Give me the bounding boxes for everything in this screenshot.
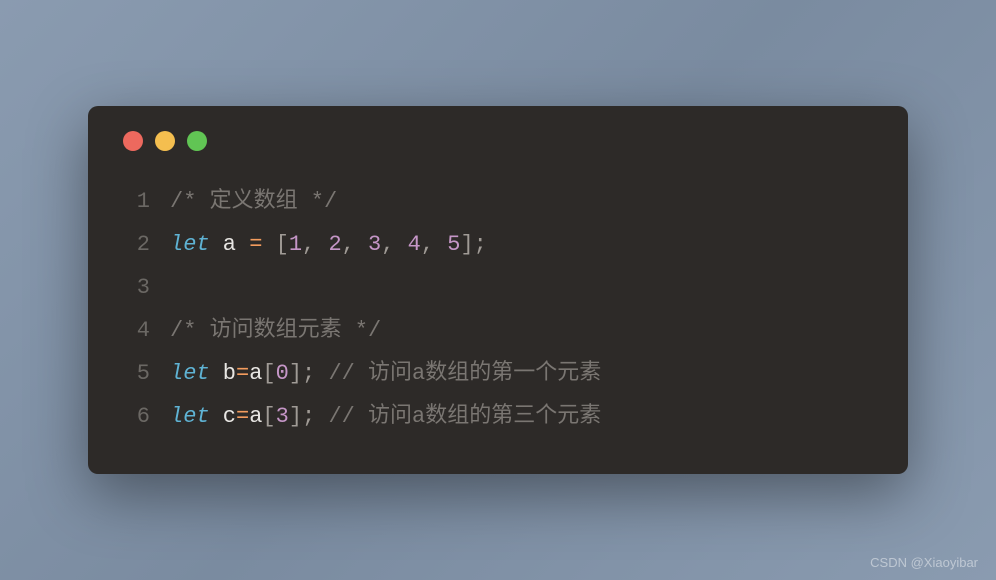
close-icon[interactable] <box>123 131 143 151</box>
code-area: 1/* 定义数组 */2let a = [1, 2, 3, 4, 5];3 4/… <box>118 181 878 438</box>
code-token: /* 定义数组 */ <box>170 189 337 214</box>
code-token: a <box>249 361 262 386</box>
line-number: 6 <box>118 396 150 439</box>
watermark: CSDN @Xiaoyibar <box>870 555 978 570</box>
code-line: 5 let b=a[0]; // 访问a数组的第一个元素 <box>118 353 878 396</box>
code-line: 4 /* 访问数组元素 */ <box>118 310 878 353</box>
minimize-icon[interactable] <box>155 131 175 151</box>
code-token: ]; <box>460 232 486 257</box>
code-line: 1 /* 定义数组 */ <box>118 181 878 224</box>
line-number: 5 <box>118 353 150 396</box>
code-token: , <box>302 232 328 257</box>
code-token: = <box>236 404 249 429</box>
code-line: 2let a = [1, 2, 3, 4, 5]; <box>118 224 878 267</box>
line-number: 3 <box>118 267 150 310</box>
code-token: = <box>249 232 262 257</box>
code-token: ]; <box>289 361 329 386</box>
code-token <box>262 232 275 257</box>
line-number: 1 <box>118 181 150 224</box>
code-token: [ <box>276 232 289 257</box>
line-number: 2 <box>118 224 150 267</box>
line-content <box>170 267 183 310</box>
line-content: /* 定义数组 */ <box>170 181 337 224</box>
code-token: 5 <box>447 232 460 257</box>
line-content: let c=a[3]; // 访问a数组的第三个元素 <box>170 396 601 439</box>
code-token: [ <box>262 361 275 386</box>
line-content: /* 访问数组元素 */ <box>170 310 381 353</box>
code-token: a <box>210 232 250 257</box>
maximize-icon[interactable] <box>187 131 207 151</box>
code-token: , <box>381 232 407 257</box>
code-token: [ <box>262 404 275 429</box>
code-token: // 访问a数组的第一个元素 <box>328 361 601 386</box>
code-line: 3 <box>118 267 878 310</box>
code-token: 0 <box>276 361 289 386</box>
code-line: 6 let c=a[3]; // 访问a数组的第三个元素 <box>118 396 878 439</box>
code-token: a <box>249 404 262 429</box>
window-controls <box>118 131 878 151</box>
editor-window: 1/* 定义数组 */2let a = [1, 2, 3, 4, 5];3 4/… <box>88 106 908 473</box>
code-token: let <box>170 232 210 257</box>
code-token: let <box>170 404 210 429</box>
code-token: 2 <box>328 232 341 257</box>
code-token: , <box>342 232 368 257</box>
code-token: 3 <box>368 232 381 257</box>
line-number: 4 <box>118 310 150 353</box>
code-token: let <box>170 361 210 386</box>
line-content: let a = [1, 2, 3, 4, 5]; <box>170 224 487 267</box>
code-token: , <box>421 232 447 257</box>
code-token: c <box>210 404 236 429</box>
code-token: /* 访问数组元素 */ <box>170 318 381 343</box>
code-token: b <box>210 361 236 386</box>
code-token: ]; <box>289 404 329 429</box>
code-token: // 访问a数组的第三个元素 <box>328 404 601 429</box>
code-token: 3 <box>276 404 289 429</box>
line-content: let b=a[0]; // 访问a数组的第一个元素 <box>170 353 601 396</box>
code-token: 1 <box>289 232 302 257</box>
code-token: = <box>236 361 249 386</box>
code-token: 4 <box>408 232 421 257</box>
